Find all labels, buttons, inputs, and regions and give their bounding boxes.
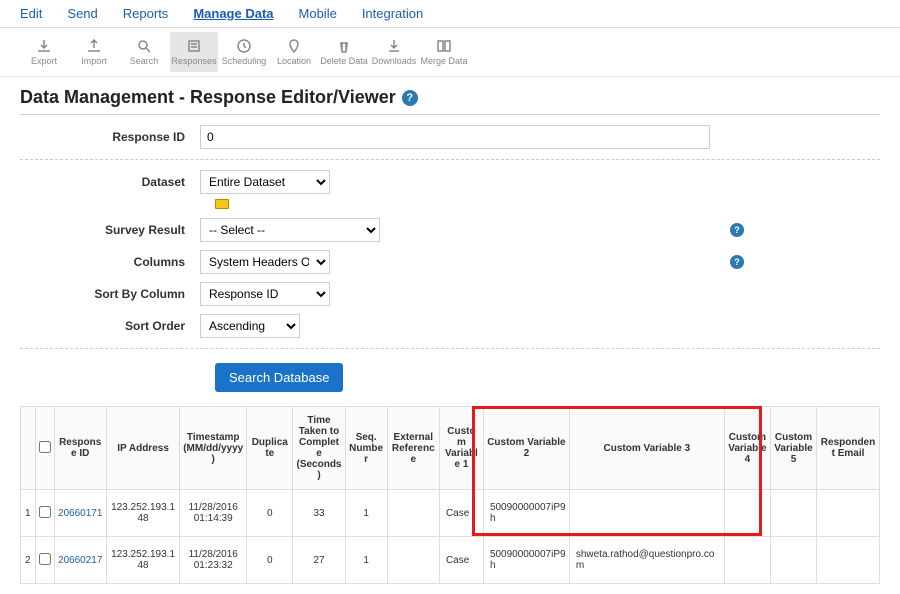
nav-mobile[interactable]: Mobile xyxy=(299,6,337,21)
search-icon xyxy=(136,38,152,54)
tb-export-label: Export xyxy=(31,56,57,66)
row-num: 2 xyxy=(21,537,36,584)
cell-cv2: 50090000007iP9h xyxy=(483,490,569,537)
tb-location[interactable]: Location xyxy=(270,32,318,72)
th-ext-ref: External Reference xyxy=(387,407,439,490)
th-email: Respondent Email xyxy=(817,407,880,490)
cell-duplicate: 0 xyxy=(247,537,293,584)
survey-result-label: Survey Result xyxy=(20,223,200,237)
tb-import-label: Import xyxy=(81,56,107,66)
tb-merge-data[interactable]: Merge Data xyxy=(420,32,468,72)
response-id-label: Response ID xyxy=(20,130,200,144)
cell-seq: 1 xyxy=(345,490,387,537)
cell-email xyxy=(817,490,880,537)
nav-edit[interactable]: Edit xyxy=(20,6,42,21)
scheduling-icon xyxy=(236,38,252,54)
cell-time-taken: 27 xyxy=(293,537,345,584)
response-id-link[interactable]: 20660171 xyxy=(58,508,103,519)
export-icon xyxy=(36,38,52,54)
cell-ip: 123.252.193.148 xyxy=(106,537,179,584)
cell-seq: 1 xyxy=(345,537,387,584)
select-all-checkbox[interactable] xyxy=(39,441,51,453)
th-response-id: Response ID xyxy=(54,407,106,490)
response-id-input[interactable] xyxy=(200,125,710,149)
tb-delete-data[interactable]: Delete Data xyxy=(320,32,368,72)
response-id-link[interactable]: 20660217 xyxy=(58,555,103,566)
location-icon xyxy=(286,38,302,54)
th-cv3: Custom Variable 3 xyxy=(569,407,724,490)
tb-responses[interactable]: Responses xyxy=(170,32,218,72)
sort-order-label: Sort Order xyxy=(20,319,200,333)
tb-downloads-label: Downloads xyxy=(372,56,417,66)
sort-by-label: Sort By Column xyxy=(20,287,200,301)
nav-integration[interactable]: Integration xyxy=(362,6,423,21)
help-icon[interactable]: ? xyxy=(402,90,418,106)
cell-timestamp: 11/28/2016 01:23:32 xyxy=(180,537,247,584)
cell-cv2: 50090000007iP9h xyxy=(483,537,569,584)
tb-location-label: Location xyxy=(277,56,311,66)
cell-cv4 xyxy=(724,537,770,584)
th-time-taken: Time Taken to Complete (Seconds) xyxy=(293,407,345,490)
tb-downloads[interactable]: Downloads xyxy=(370,32,418,72)
table-row: 1 20660171123.252.193.14811/28/2016 01:14… xyxy=(21,490,880,537)
nav-send[interactable]: Send xyxy=(67,6,97,21)
tb-scheduling[interactable]: Scheduling xyxy=(220,32,268,72)
tb-import[interactable]: Import xyxy=(70,32,118,72)
th-seq: Seq. Number xyxy=(345,407,387,490)
th-cv2: Custom Variable 2 xyxy=(483,407,569,490)
cell-ip: 123.252.193.148 xyxy=(106,490,179,537)
dataset-select[interactable]: Entire Dataset xyxy=(200,170,330,194)
table-row: 2 20660217123.252.193.14811/28/2016 01:23… xyxy=(21,537,880,584)
th-cv5: Custom Variable 5 xyxy=(770,407,816,490)
cell-time-taken: 33 xyxy=(293,490,345,537)
tb-scheduling-label: Scheduling xyxy=(222,56,267,66)
cell-cv5 xyxy=(770,537,816,584)
cell-ext-ref xyxy=(387,537,439,584)
sort-by-select[interactable]: Response ID xyxy=(200,282,330,306)
row-num: 1 xyxy=(21,490,36,537)
th-ip: IP Address xyxy=(106,407,179,490)
delete-icon xyxy=(336,38,352,54)
cell-cv3: shweta.rathod@questionpro.com xyxy=(569,537,724,584)
merge-icon xyxy=(436,38,452,54)
info-icon[interactable]: ? xyxy=(730,255,744,269)
cell-cv5 xyxy=(770,490,816,537)
results-table: Response ID IP Address Timestamp (MM/dd/… xyxy=(20,406,880,584)
columns-label: Columns xyxy=(20,255,200,269)
folder-icon[interactable] xyxy=(215,199,229,209)
columns-select[interactable]: System Headers Only xyxy=(200,250,330,274)
info-icon[interactable]: ? xyxy=(730,223,744,237)
tb-responses-label: Responses xyxy=(171,56,216,66)
cell-ext-ref xyxy=(387,490,439,537)
tb-merge-data-label: Merge Data xyxy=(420,56,467,66)
th-duplicate: Duplicate xyxy=(247,407,293,490)
cell-cv3 xyxy=(569,490,724,537)
survey-result-select[interactable]: -- Select -- xyxy=(200,218,380,242)
row-checkbox[interactable] xyxy=(39,553,51,565)
cell-email xyxy=(817,537,880,584)
tb-search-label: Search xyxy=(130,56,159,66)
cell-timestamp: 11/28/2016 01:14:39 xyxy=(180,490,247,537)
tb-export[interactable]: Export xyxy=(20,32,68,72)
th-cv1: Custom Variable 1 xyxy=(439,407,483,490)
nav-manage-data[interactable]: Manage Data xyxy=(193,6,273,21)
row-checkbox[interactable] xyxy=(39,506,51,518)
nav-reports[interactable]: Reports xyxy=(123,6,169,21)
cell-duplicate: 0 xyxy=(247,490,293,537)
downloads-icon xyxy=(386,38,402,54)
th-timestamp: Timestamp (MM/dd/yyyy) xyxy=(180,407,247,490)
dataset-label: Dataset xyxy=(20,175,200,189)
cell-cv1: Case xyxy=(439,537,483,584)
tb-search[interactable]: Search xyxy=(120,32,168,72)
tb-delete-data-label: Delete Data xyxy=(320,56,368,66)
search-database-button[interactable]: Search Database xyxy=(215,363,343,392)
import-icon xyxy=(86,38,102,54)
cell-cv1: Case xyxy=(439,490,483,537)
cell-cv4 xyxy=(724,490,770,537)
th-cv4: Custom Variable 4 xyxy=(724,407,770,490)
page-title: Data Management - Response Editor/Viewer xyxy=(20,87,396,108)
sort-order-select[interactable]: Ascending xyxy=(200,314,300,338)
responses-icon xyxy=(186,38,202,54)
